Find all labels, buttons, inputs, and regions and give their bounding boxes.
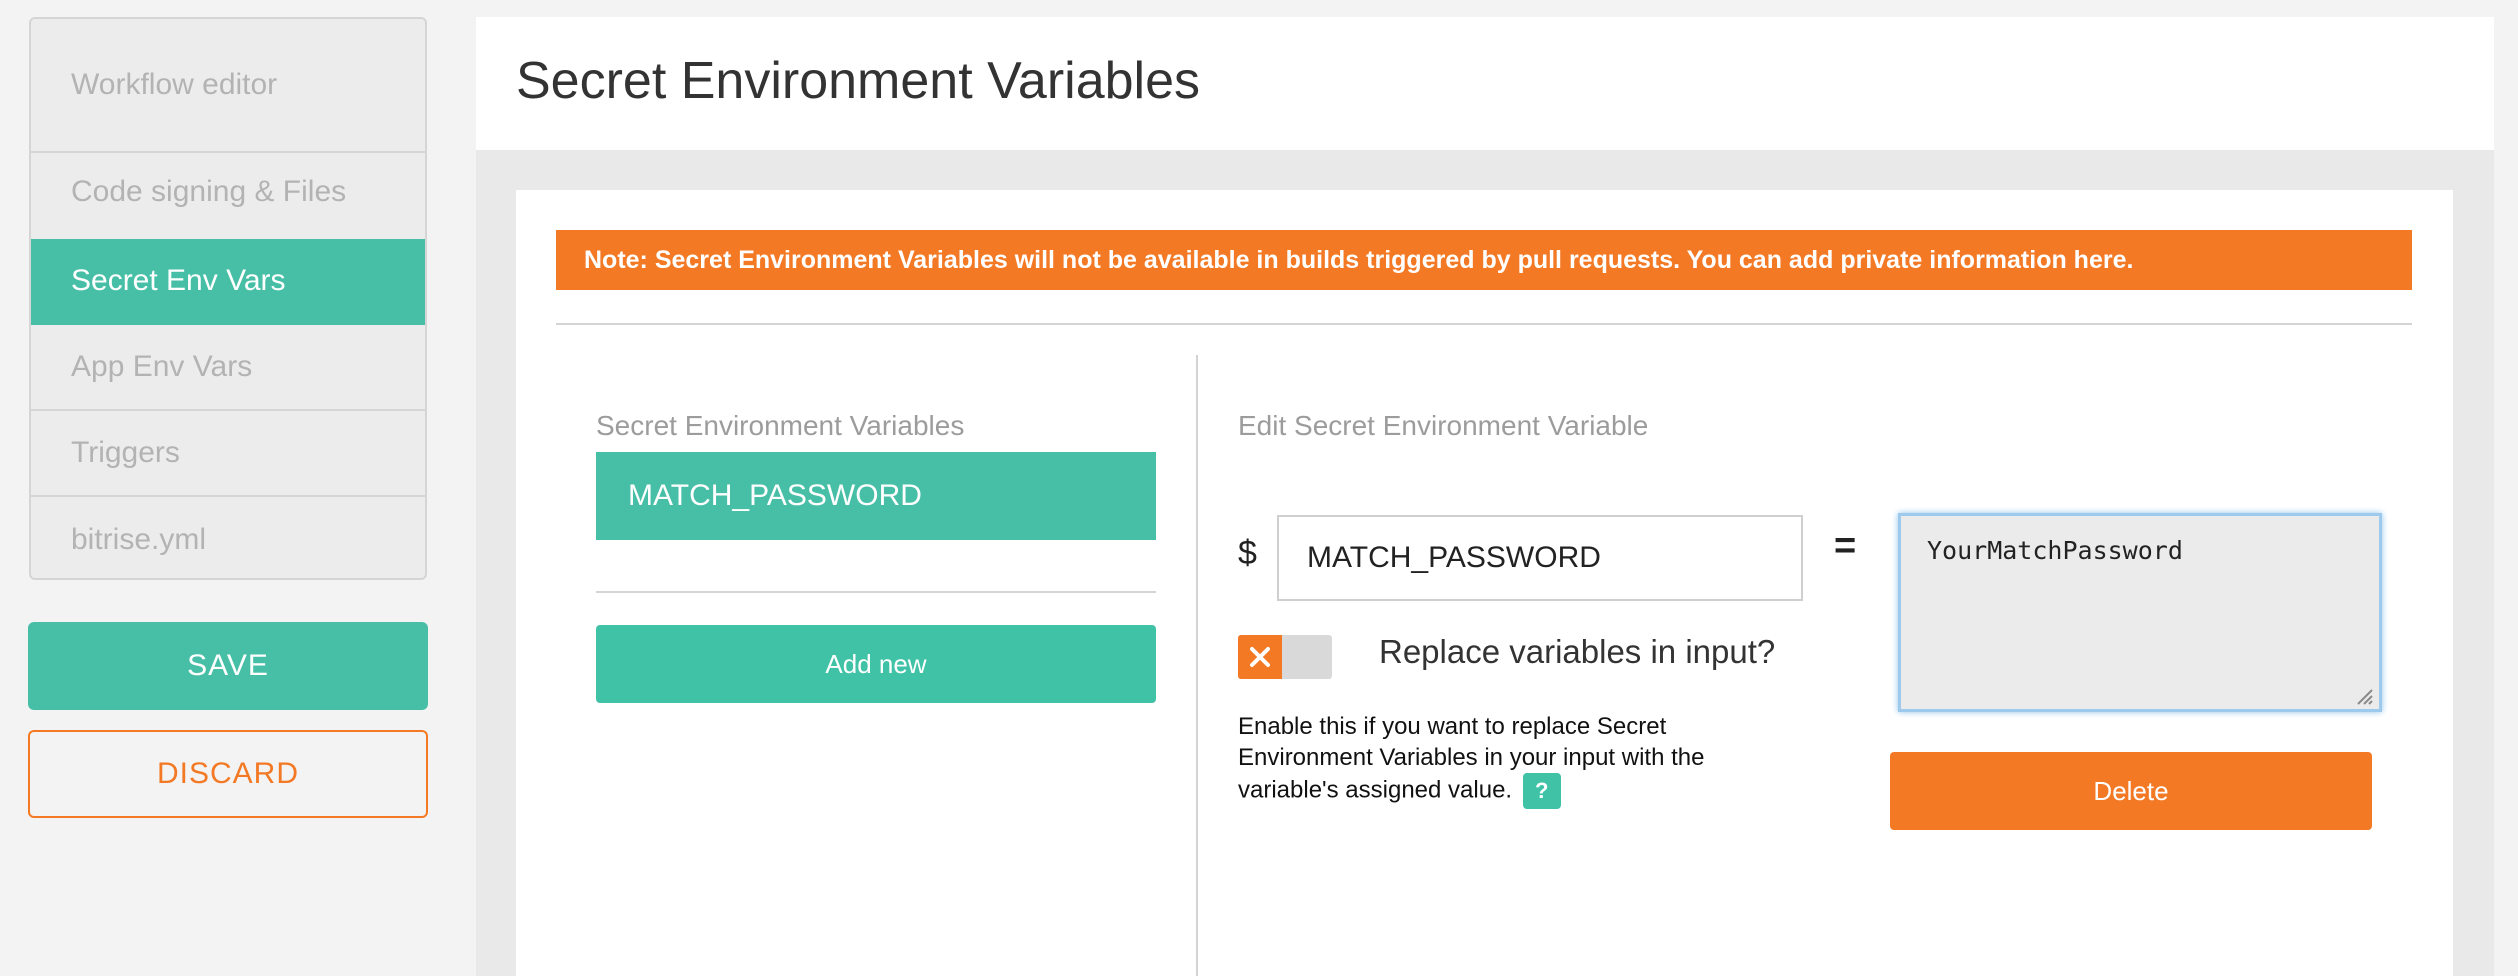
header-bar: Secret Environment Variables (476, 17, 2494, 150)
sidebar-item-workflow-editor[interactable]: Workflow editor (31, 19, 425, 153)
replace-variables-label: Replace variables in input? (1379, 633, 1776, 670)
sidebar-item-bitrise-yml[interactable]: bitrise.yml (31, 497, 425, 578)
sidebar-item-label: Triggers (71, 436, 180, 469)
variable-key-label: MATCH_PASSWORD (628, 479, 922, 512)
help-icon[interactable]: ? (1522, 773, 1561, 809)
note-text: Note: Secret Environment Variables will … (584, 245, 2134, 274)
column-divider (1196, 355, 1198, 976)
equals-sign: = (1834, 525, 1857, 567)
sidebar-item-label: Secret Env Vars (71, 264, 286, 297)
close-icon (1238, 635, 1282, 679)
sidebar-item-label: bitrise.yml (71, 522, 207, 556)
list-heading: Secret Environment Variables (596, 410, 965, 441)
divider (596, 591, 1156, 593)
replace-variables-toggle[interactable] (1238, 635, 1332, 679)
page-title: Secret Environment Variables (516, 52, 1201, 110)
sidebar-item-label: Code signing & Files (71, 175, 347, 208)
note-banner: Note: Secret Environment Variables will … (556, 230, 2412, 290)
resize-handle-icon[interactable] (2354, 686, 2374, 706)
sidebar-item-secret-env-vars[interactable]: Secret Env Vars (31, 239, 425, 325)
dollar-sign: $ (1238, 534, 1257, 572)
add-new-button[interactable]: Add new (596, 625, 1156, 703)
value-input[interactable]: YourMatchPassword (1898, 513, 2382, 712)
sidebar-item-app-env-vars[interactable]: App Env Vars (31, 325, 425, 411)
main-area: Secret Environment Variables Note: Secre… (476, 17, 2494, 976)
save-button[interactable]: SAVE (28, 622, 428, 710)
sidebar-item-label: App Env Vars (71, 350, 253, 383)
divider (556, 323, 2412, 325)
delete-button[interactable]: Delete (1890, 752, 2372, 830)
sidebar-item-label: Workflow editor (71, 68, 278, 101)
help-text-body: Enable this if you want to replace Secre… (1238, 713, 1705, 804)
list-item-match-password[interactable]: MATCH_PASSWORD (596, 452, 1156, 540)
help-text: Enable this if you want to replace Secre… (1238, 711, 1798, 809)
edit-heading: Edit Secret Environment Variable (1238, 410, 1649, 441)
discard-button[interactable]: DISCARD (28, 730, 428, 818)
key-input[interactable] (1277, 515, 1803, 601)
sidebar-nav: Workflow editor Code signing & Files Sec… (29, 17, 427, 580)
sidebar-item-triggers[interactable]: Triggers (31, 411, 425, 497)
